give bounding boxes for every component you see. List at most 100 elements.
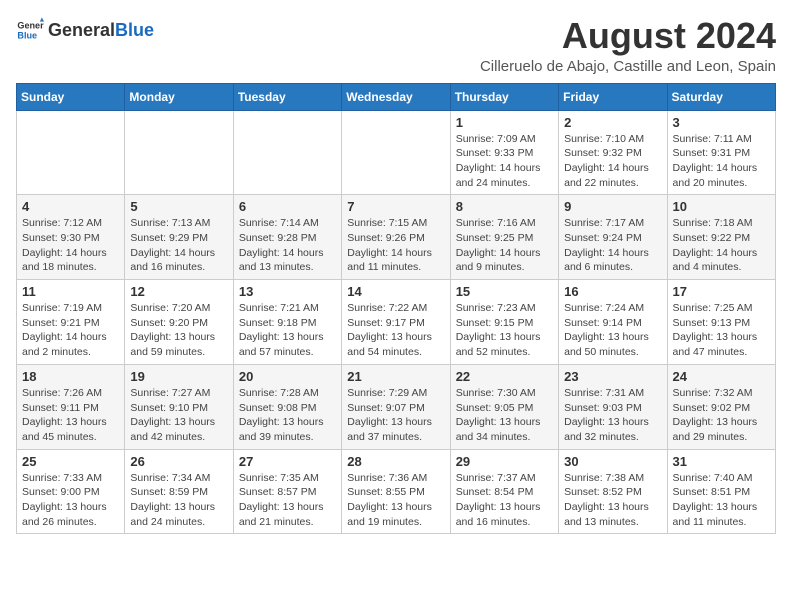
day-number: 27 [239,454,336,469]
logo-general-text: General [48,20,115,41]
day-info: Sunrise: 7:23 AM Sunset: 9:15 PM Dayligh… [456,301,553,360]
day-info: Sunrise: 7:19 AM Sunset: 9:21 PM Dayligh… [22,301,119,360]
day-number: 5 [130,199,227,214]
day-info: Sunrise: 7:40 AM Sunset: 8:51 PM Dayligh… [673,471,770,530]
calendar-cell: 6 Sunrise: 7:14 AM Sunset: 9:28 PM Daylig… [233,195,341,280]
weekday-header-friday: Friday [559,83,667,110]
day-info: Sunrise: 7:26 AM Sunset: 9:11 PM Dayligh… [22,386,119,445]
day-number: 19 [130,369,227,384]
calendar-cell [17,110,125,195]
calendar-cell: 21Sunrise: 7:29 AM Sunset: 9:07 PM Dayli… [342,364,450,449]
calendar-cell: 28Sunrise: 7:36 AM Sunset: 8:55 PM Dayli… [342,449,450,534]
day-info: Sunrise: 7:38 AM Sunset: 8:52 PM Dayligh… [564,471,661,530]
calendar-cell: 10 Sunrise: 7:18 AM Sunset: 9:22 PM Dayli… [667,195,775,280]
day-number: 1 [456,115,553,130]
calendar-cell: 15 Sunrise: 7:23 AM Sunset: 9:15 PM Dayli… [450,280,558,365]
weekday-header-wednesday: Wednesday [342,83,450,110]
day-info: Sunrise: 7:24 AM Sunset: 9:14 PM Dayligh… [564,301,661,360]
calendar-cell: 30 Sunrise: 7:38 AM Sunset: 8:52 PM Dayli… [559,449,667,534]
calendar-cell: 13 Sunrise: 7:21 AM Sunset: 9:18 PM Dayli… [233,280,341,365]
calendar-cell: 1 Sunrise: 7:09 AM Sunset: 9:33 PM Daylig… [450,110,558,195]
day-info: Sunrise: 7:09 AM Sunset: 9:33 PM Dayligh… [456,132,553,191]
weekday-header-saturday: Saturday [667,83,775,110]
calendar-cell [342,110,450,195]
day-number: 30 [564,454,661,469]
calendar-table: SundayMondayTuesdayWednesdayThursdayFrid… [16,83,776,535]
weekday-header-tuesday: Tuesday [233,83,341,110]
logo-blue-text: Blue [115,20,154,41]
day-info: Sunrise: 7:33 AM Sunset: 9:00 PM Dayligh… [22,471,119,530]
day-number: 12 [130,284,227,299]
calendar-cell: 29 Sunrise: 7:37 AM Sunset: 8:54 PM Dayli… [450,449,558,534]
day-number: 11 [22,284,119,299]
calendar-cell: 17 Sunrise: 7:25 AM Sunset: 9:13 PM Dayli… [667,280,775,365]
calendar-cell: 20 Sunrise: 7:28 AM Sunset: 9:08 PM Dayli… [233,364,341,449]
day-info: Sunrise: 7:25 AM Sunset: 9:13 PM Dayligh… [673,301,770,360]
calendar-cell: 8Sunrise: 7:16 AM Sunset: 9:25 PM Daylig… [450,195,558,280]
day-info: Sunrise: 7:21 AM Sunset: 9:18 PM Dayligh… [239,301,336,360]
day-number: 22 [456,369,553,384]
day-info: Sunrise: 7:20 AM Sunset: 9:20 PM Dayligh… [130,301,227,360]
svg-text:General: General [17,21,44,31]
logo: General Blue GeneralBlue [16,16,154,44]
day-number: 4 [22,199,119,214]
weekday-header-row: SundayMondayTuesdayWednesdayThursdayFrid… [17,83,776,110]
calendar-cell: 2Sunrise: 7:10 AM Sunset: 9:32 PM Daylig… [559,110,667,195]
day-info: Sunrise: 7:28 AM Sunset: 9:08 PM Dayligh… [239,386,336,445]
day-info: Sunrise: 7:11 AM Sunset: 9:31 PM Dayligh… [673,132,770,191]
day-info: Sunrise: 7:13 AM Sunset: 9:29 PM Dayligh… [130,216,227,275]
day-number: 16 [564,284,661,299]
calendar-week-1: 1 Sunrise: 7:09 AM Sunset: 9:33 PM Daylig… [17,110,776,195]
day-number: 20 [239,369,336,384]
calendar-cell [125,110,233,195]
calendar-cell: 19 Sunrise: 7:27 AM Sunset: 9:10 PM Dayli… [125,364,233,449]
calendar-cell: 18Sunrise: 7:26 AM Sunset: 9:11 PM Dayli… [17,364,125,449]
weekday-header-sunday: Sunday [17,83,125,110]
day-number: 3 [673,115,770,130]
calendar-cell: 22Sunrise: 7:30 AM Sunset: 9:05 PM Dayli… [450,364,558,449]
day-number: 7 [347,199,444,214]
day-info: Sunrise: 7:17 AM Sunset: 9:24 PM Dayligh… [564,216,661,275]
day-info: Sunrise: 7:37 AM Sunset: 8:54 PM Dayligh… [456,471,553,530]
calendar-cell: 12 Sunrise: 7:20 AM Sunset: 9:20 PM Dayli… [125,280,233,365]
calendar-cell: 27Sunrise: 7:35 AM Sunset: 8:57 PM Dayli… [233,449,341,534]
day-info: Sunrise: 7:34 AM Sunset: 8:59 PM Dayligh… [130,471,227,530]
day-number: 28 [347,454,444,469]
day-number: 29 [456,454,553,469]
day-number: 2 [564,115,661,130]
day-info: Sunrise: 7:31 AM Sunset: 9:03 PM Dayligh… [564,386,661,445]
calendar-cell: 5 Sunrise: 7:13 AM Sunset: 9:29 PM Daylig… [125,195,233,280]
calendar-cell: 11 Sunrise: 7:19 AM Sunset: 9:21 PM Dayli… [17,280,125,365]
calendar-cell: 26 Sunrise: 7:34 AM Sunset: 8:59 PM Dayli… [125,449,233,534]
title-block: August 2024 Cilleruelo de Abajo, Castill… [480,16,776,75]
day-number: 25 [22,454,119,469]
logo-icon: General Blue [16,16,44,44]
calendar-week-4: 18Sunrise: 7:26 AM Sunset: 9:11 PM Dayli… [17,364,776,449]
day-number: 9 [564,199,661,214]
calendar-cell: 23Sunrise: 7:31 AM Sunset: 9:03 PM Dayli… [559,364,667,449]
day-info: Sunrise: 7:16 AM Sunset: 9:25 PM Dayligh… [456,216,553,275]
day-number: 15 [456,284,553,299]
day-number: 6 [239,199,336,214]
page-header: General Blue GeneralBlue August 2024 Cil… [16,16,776,75]
weekday-header-monday: Monday [125,83,233,110]
day-info: Sunrise: 7:15 AM Sunset: 9:26 PM Dayligh… [347,216,444,275]
svg-text:Blue: Blue [17,30,37,40]
day-number: 24 [673,369,770,384]
day-info: Sunrise: 7:29 AM Sunset: 9:07 PM Dayligh… [347,386,444,445]
weekday-header-thursday: Thursday [450,83,558,110]
day-info: Sunrise: 7:22 AM Sunset: 9:17 PM Dayligh… [347,301,444,360]
day-info: Sunrise: 7:27 AM Sunset: 9:10 PM Dayligh… [130,386,227,445]
day-info: Sunrise: 7:14 AM Sunset: 9:28 PM Dayligh… [239,216,336,275]
day-number: 13 [239,284,336,299]
calendar-cell: 16 Sunrise: 7:24 AM Sunset: 9:14 PM Dayli… [559,280,667,365]
calendar-cell: 3 Sunrise: 7:11 AM Sunset: 9:31 PM Daylig… [667,110,775,195]
day-info: Sunrise: 7:18 AM Sunset: 9:22 PM Dayligh… [673,216,770,275]
day-number: 10 [673,199,770,214]
calendar-week-2: 4Sunrise: 7:12 AM Sunset: 9:30 PM Daylig… [17,195,776,280]
calendar-week-3: 11 Sunrise: 7:19 AM Sunset: 9:21 PM Dayli… [17,280,776,365]
calendar-cell: 4Sunrise: 7:12 AM Sunset: 9:30 PM Daylig… [17,195,125,280]
calendar-week-5: 25 Sunrise: 7:33 AM Sunset: 9:00 PM Dayli… [17,449,776,534]
day-number: 26 [130,454,227,469]
day-number: 17 [673,284,770,299]
